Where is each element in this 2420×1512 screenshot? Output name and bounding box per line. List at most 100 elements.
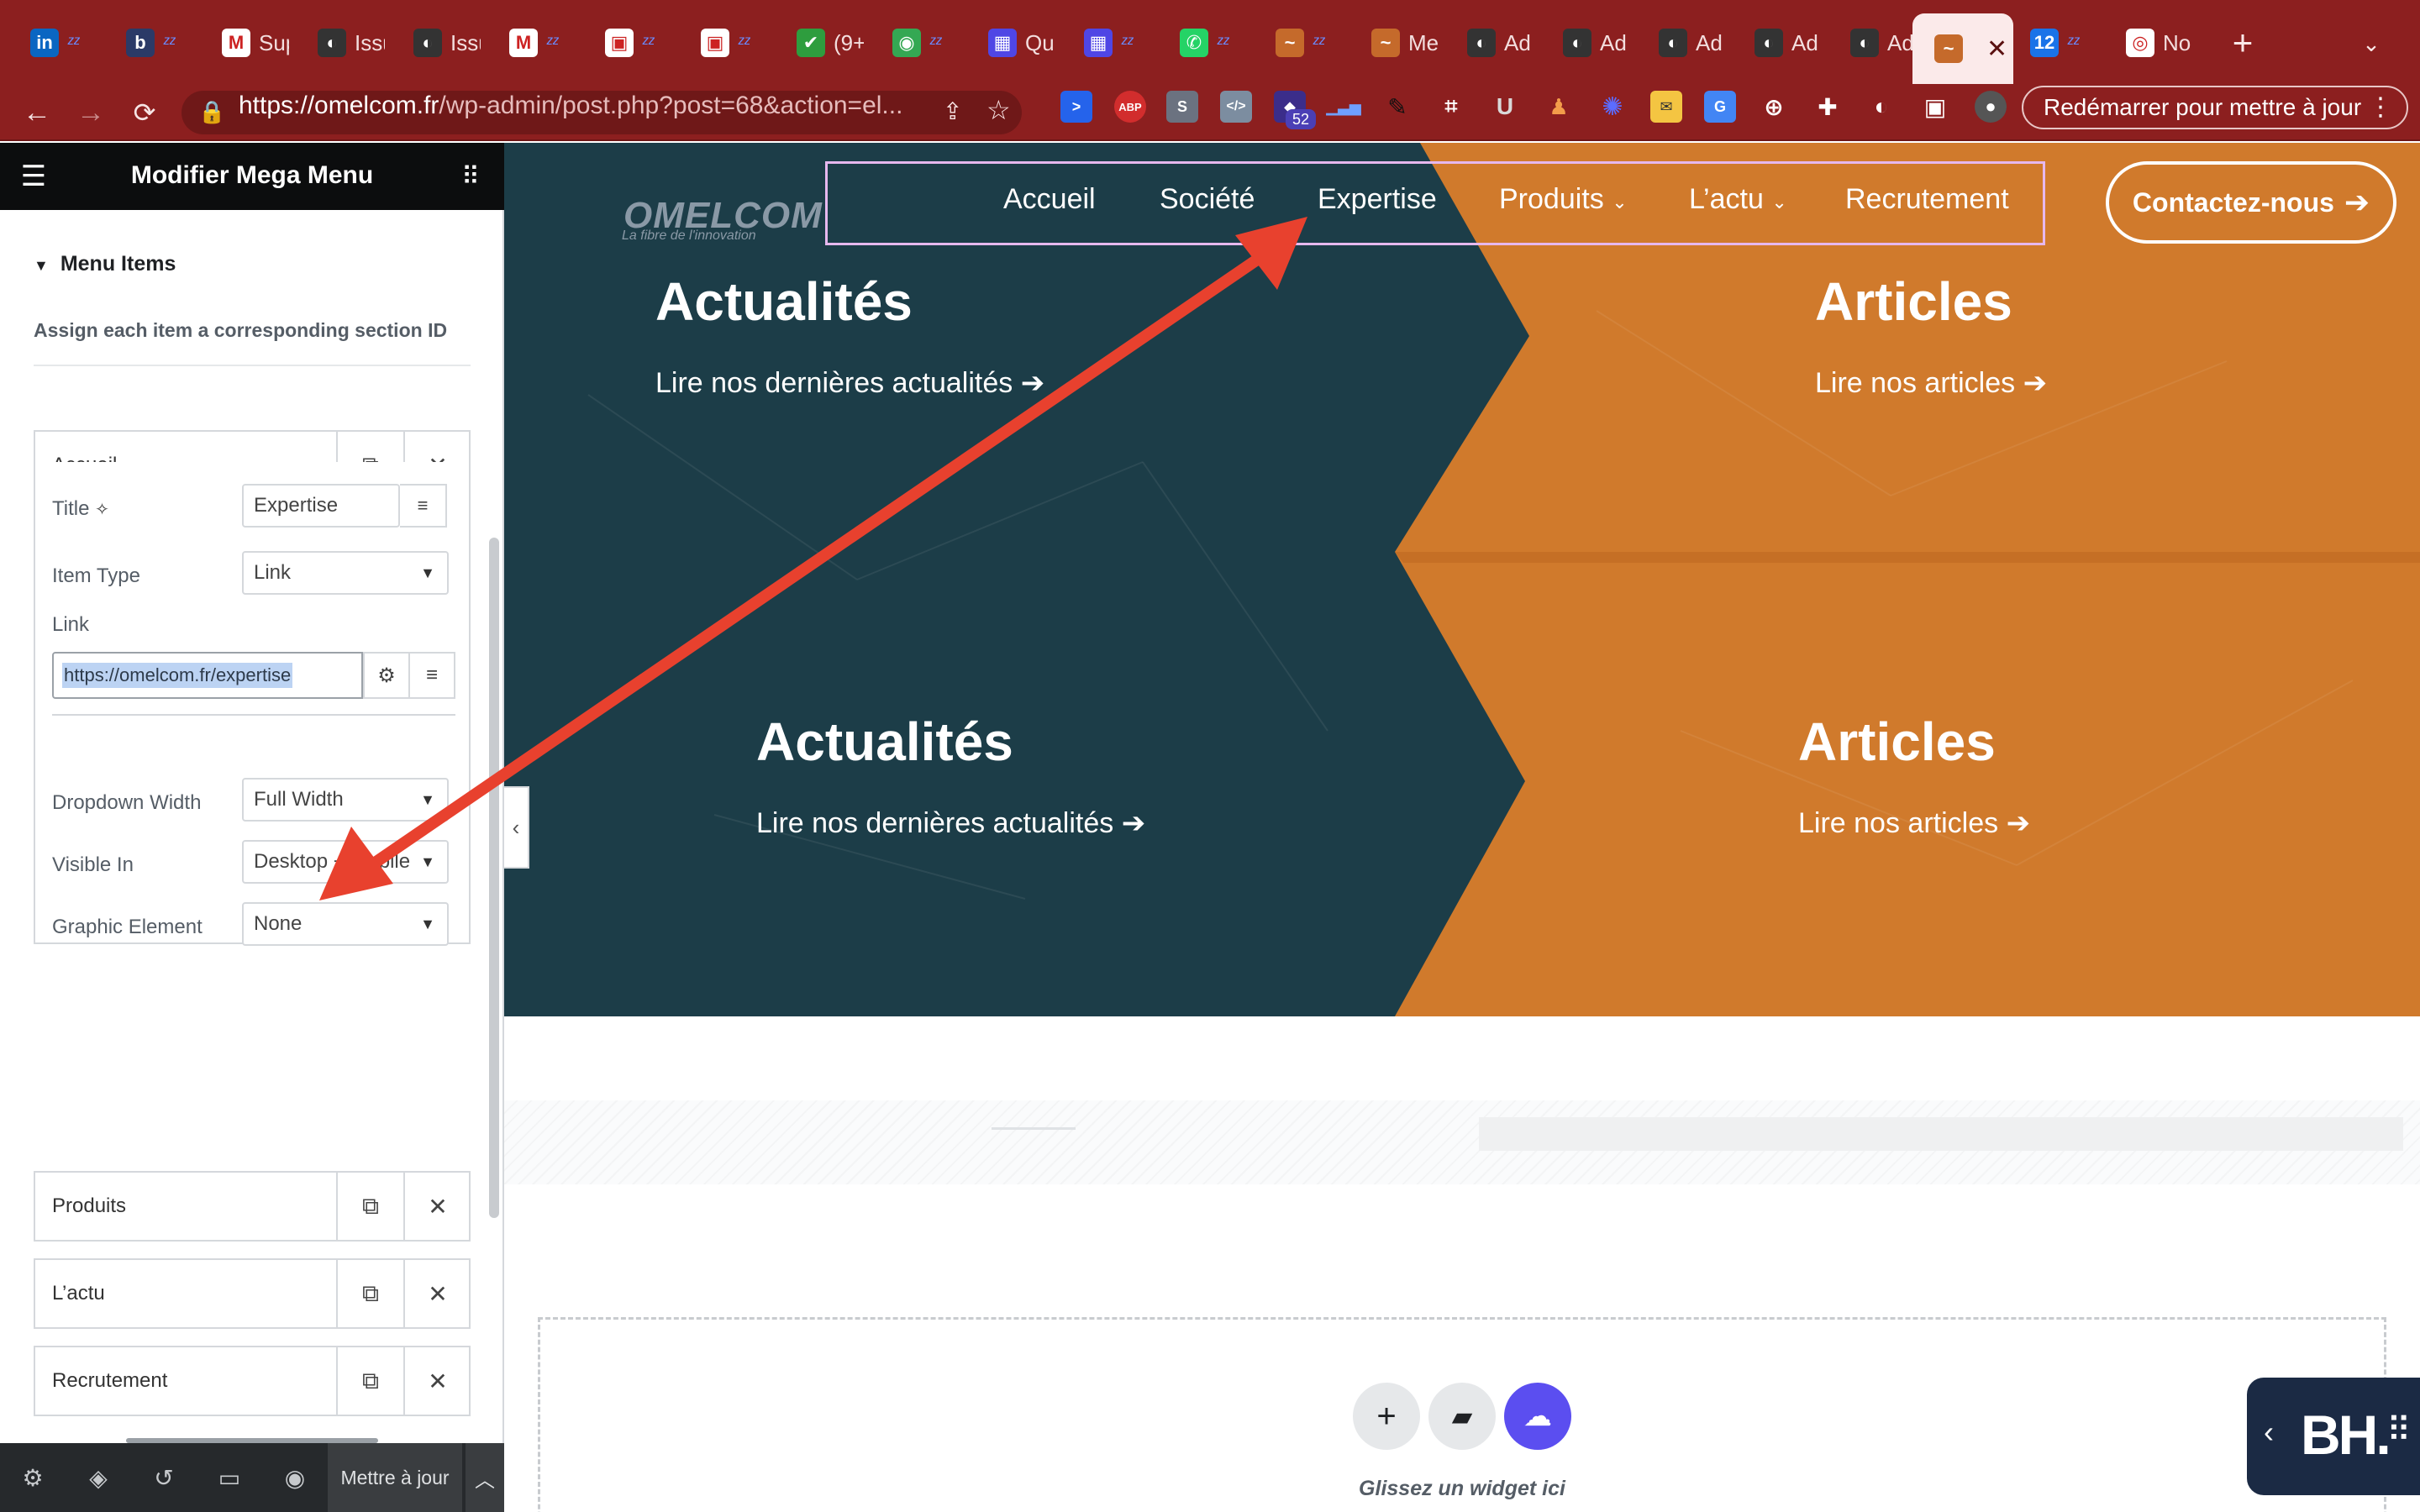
apps-grid-icon[interactable]: ⠿	[454, 160, 487, 193]
hero-link-articles-bottom[interactable]: Lire nos articles ➔	[1798, 806, 2030, 840]
chart-icon[interactable]: ▁▃▅	[1326, 91, 1361, 123]
browser-tab[interactable]: ◐ Ad	[1637, 18, 1726, 67]
add-section-plus-icon[interactable]: +	[1353, 1383, 1420, 1450]
forward-arrow-icon[interactable]: →	[72, 94, 109, 131]
link-input[interactable]: https://omelcom.fr/expertise	[52, 652, 363, 699]
nav-item-expertise[interactable]: Expertise	[1318, 183, 1437, 216]
dropdown-width-select[interactable]: Full Width ▼	[242, 778, 449, 822]
extension-icon[interactable]: ✉	[1650, 91, 1682, 123]
avatar[interactable]: ●	[1975, 91, 2007, 123]
browser-tab[interactable]: ◐ Ad	[1733, 18, 1822, 67]
settings-gear-icon[interactable]: ⚙	[15, 1460, 50, 1495]
menu-items-section-toggle[interactable]: ▼ Menu Items	[34, 252, 176, 276]
nav-item-recrutement[interactable]: Recrutement	[1845, 183, 2009, 216]
browser-tab[interactable]: ▣ ᶻᶻ	[583, 18, 672, 67]
hero-link-articles-top[interactable]: Lire nos articles ➔	[1815, 366, 2047, 400]
url-text[interactable]: https://omelcom.fr/wp-admin/post.php?pos…	[239, 87, 902, 124]
save-options-chevron-up-icon[interactable]: ︿	[464, 1443, 504, 1512]
browser-tab[interactable]: ~ Me	[1349, 18, 1439, 67]
browser-tab[interactable]: ~ ✕	[1912, 13, 2013, 84]
translate-icon[interactable]: G	[1704, 91, 1736, 123]
share-icon[interactable]: ⇪	[943, 97, 962, 125]
side-panel-icon[interactable]: ▣	[1919, 91, 1951, 123]
link-dynamic-tags-icon[interactable]: ≡	[408, 652, 455, 699]
browser-tab[interactable]: ~ ᶻᶻ	[1254, 18, 1343, 67]
title-input[interactable]: Expertise	[242, 484, 400, 528]
remove-x-icon[interactable]: ✕	[403, 1173, 471, 1240]
nav-item-accueil[interactable]: Accueil	[1003, 183, 1096, 216]
new-tab-button[interactable]: +	[2222, 22, 2264, 64]
extension-icon[interactable]: >	[1060, 91, 1092, 123]
browser-tab[interactable]: Mᶻᶻ	[487, 18, 576, 67]
duplicate-icon[interactable]: ⧉	[336, 1173, 403, 1240]
code-icon[interactable]: </>	[1220, 91, 1252, 123]
close-tab-icon[interactable]: ✕	[1986, 34, 2007, 64]
panel-scrollbar[interactable]	[489, 538, 499, 1218]
adblock-icon[interactable]: ABP	[1114, 91, 1146, 123]
browser-tab[interactable]: ✔ (9+	[775, 18, 864, 67]
nav-item-lactu[interactable]: L’actu ⌄	[1689, 183, 1787, 216]
menu-item-3[interactable]: Produits ⧉ ✕	[34, 1171, 471, 1242]
browser-tab[interactable]: ◐ Ad	[1445, 18, 1534, 67]
puzzle-icon[interactable]: ✚	[1812, 91, 1844, 123]
browser-tab[interactable]: ▣ ᶻᶻ	[679, 18, 768, 67]
pen-icon[interactable]: ✎	[1381, 91, 1413, 123]
browser-tab[interactable]: ◐ Ad	[1541, 18, 1630, 67]
ai-sparkle-icon[interactable]: ✧	[95, 501, 109, 519]
preview-eye-icon[interactable]: ◉	[277, 1460, 313, 1495]
duplicate-icon[interactable]: ⧉	[336, 1260, 403, 1327]
tab-search-chevron-icon[interactable]: ⌄	[2353, 25, 2390, 62]
item-type-select[interactable]: Link ▼	[242, 551, 449, 595]
menu-item-5[interactable]: Recrutement ⧉ ✕	[34, 1346, 471, 1416]
remove-x-icon[interactable]: ✕	[403, 1347, 471, 1415]
extension-icon[interactable]: U	[1489, 91, 1521, 123]
browser-tab[interactable]: ◎ No	[2104, 18, 2193, 67]
chevron-left-icon[interactable]: ‹	[2264, 1415, 2274, 1450]
browser-tab[interactable]: ◐ Ad	[1828, 18, 1918, 67]
remove-x-icon[interactable]: ✕	[403, 1260, 471, 1327]
browser-tab[interactable]: ◉ ᶻᶻ	[871, 18, 960, 67]
dynamic-tags-icon[interactable]: ≡	[400, 484, 447, 528]
template-library-folder-icon[interactable]: ▰	[1428, 1383, 1496, 1450]
hero-link-actualites-bottom[interactable]: Lire nos dernières actualités ➔	[756, 806, 1145, 840]
download-icon[interactable]: ⊕	[1758, 91, 1790, 123]
section-handle-icon[interactable]	[992, 1127, 1076, 1144]
history-icon[interactable]: ↺	[146, 1460, 182, 1495]
extension-icon[interactable]: ♟	[1543, 91, 1575, 123]
bh-floating-widget[interactable]: ‹ BH. ⠿	[2247, 1378, 2420, 1495]
back-arrow-icon[interactable]: ←	[18, 94, 55, 131]
browser-tab[interactable]: 12 ᶻᶻ	[2008, 18, 2097, 67]
layers-icon[interactable]: ◈	[81, 1460, 116, 1495]
menu-item-4[interactable]: L’actu ⧉ ✕	[34, 1258, 471, 1329]
bookmark-star-icon[interactable]: ☆	[986, 94, 1011, 126]
collapse-panel-chevron-icon[interactable]: ‹	[504, 786, 529, 869]
extension-icon[interactable]: ✺	[1597, 91, 1628, 123]
responsive-mode-icon[interactable]: ▭	[212, 1460, 247, 1495]
browser-tab[interactable]: ▦ ᶻᶻ	[1062, 18, 1151, 67]
browser-tab[interactable]: b ᶻᶻ	[104, 18, 193, 67]
more-vert-icon[interactable]: ⋮	[2368, 92, 2393, 122]
nav-item-produits[interactable]: Produits ⌄	[1499, 183, 1628, 216]
browser-tab[interactable]: in ᶻᶻ	[8, 18, 97, 67]
browser-tab[interactable]: M Sup	[200, 18, 289, 67]
reload-icon[interactable]: ⟳	[126, 94, 163, 131]
crop-icon[interactable]: ⌗	[1435, 91, 1467, 123]
browser-tab[interactable]: ◐ Issu	[392, 18, 481, 67]
extension-icon[interactable]: S	[1166, 91, 1198, 123]
contact-button[interactable]: Contactez-nous ➔	[2106, 161, 2396, 244]
browser-tab[interactable]: ✆ ᶻᶻ	[1158, 18, 1247, 67]
visible-in-select[interactable]: Desktop + Mobile ▼	[242, 840, 449, 884]
extension-icon[interactable]: ◐	[1865, 91, 1897, 123]
nav-item-societe[interactable]: Société	[1160, 183, 1255, 216]
update-button[interactable]: Mettre à jour	[328, 1443, 462, 1512]
hero-link-actualites-top[interactable]: Lire nos dernières actualités ➔	[655, 366, 1044, 400]
graphic-element-select[interactable]: None ▼	[242, 902, 449, 946]
browser-tab[interactable]: ▦ Qu	[966, 18, 1055, 67]
duplicate-icon[interactable]: ⧉	[336, 1347, 403, 1415]
whatsapp-icon: ✆	[1180, 29, 1208, 57]
ai-builder-icon[interactable]: ☁	[1504, 1383, 1571, 1450]
link-options-gear-icon[interactable]: ⚙	[363, 652, 410, 699]
restart-to-update-button[interactable]: Redémarrer pour mettre à jour ⋮	[2022, 86, 2408, 129]
drag-handle-icon[interactable]: ⠿	[2386, 1411, 2411, 1450]
browser-tab[interactable]: ◐ Issu	[296, 18, 385, 67]
